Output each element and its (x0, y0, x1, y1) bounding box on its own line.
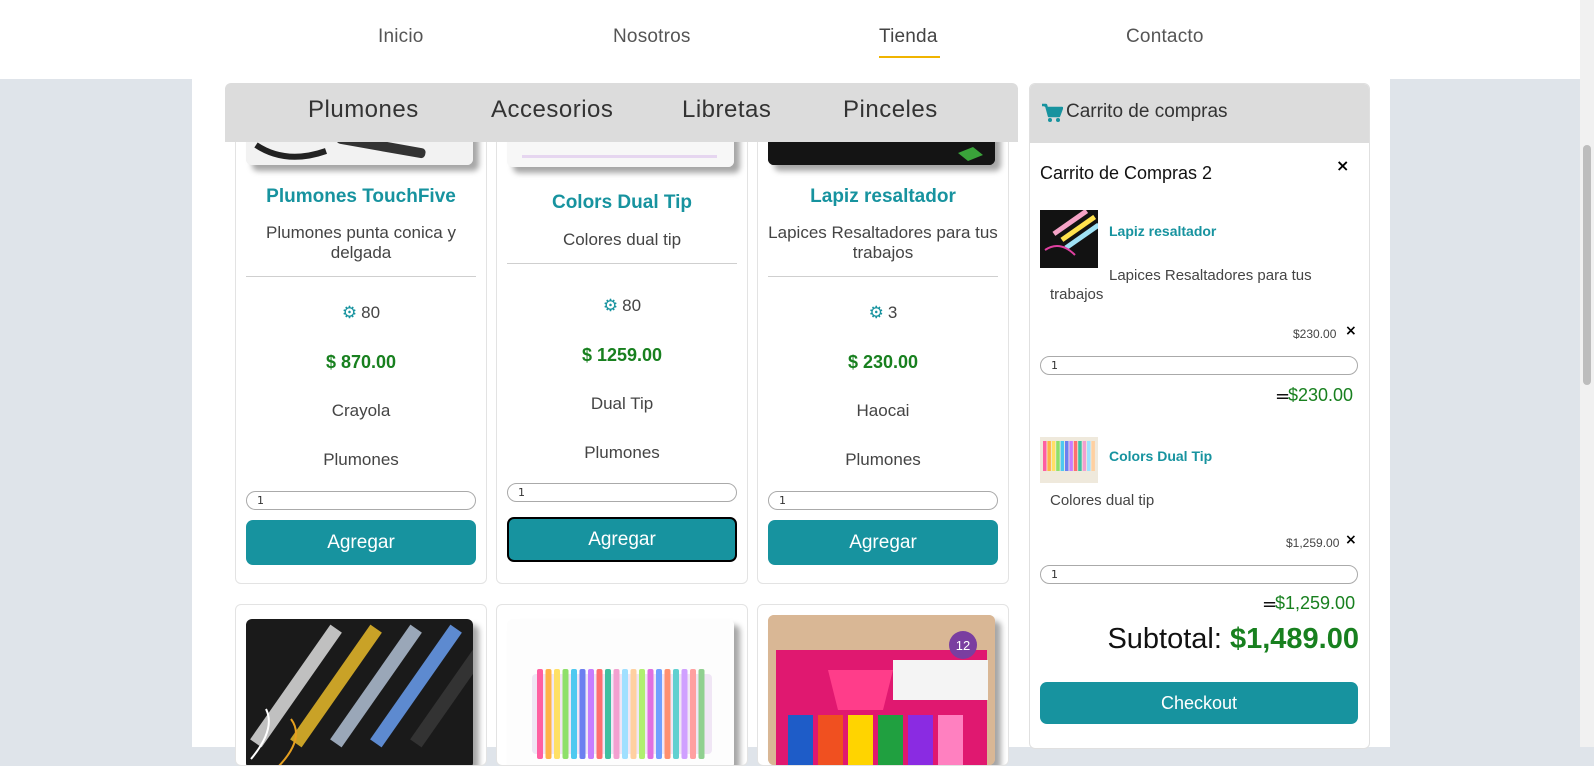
shopping-cart-panel: Carrito de compras Carrito de Compras 2 … (1029, 83, 1370, 749)
category-tab-plumones[interactable]: Plumones (308, 96, 419, 124)
cart-item-description: Colores dual tip (1050, 492, 1155, 509)
product-price: $ 870.00 (325, 352, 397, 372)
quantity-input[interactable]: 1 (768, 491, 998, 510)
product-brand: Crayola (331, 401, 391, 420)
add-to-cart-button[interactable]: Agregar (768, 520, 998, 565)
cart-item-quantity-input[interactable]: 1 (1040, 356, 1358, 375)
product-stock: ⚙ 80 (236, 303, 486, 323)
product-card: Lapiz resaltador Lapices Resaltadores pa… (757, 120, 1009, 584)
gel-pens-image (507, 619, 734, 765)
pack-count-badge: 12 (956, 638, 970, 653)
stock-value: 80 (361, 303, 381, 322)
product-card (496, 604, 748, 766)
divider (507, 263, 737, 264)
product-description: Lapices Resaltadores para tus trabajos (768, 223, 998, 262)
subtotal-label: Subtotal: (1107, 623, 1222, 655)
product-description: Plumones punta conica y delgada (266, 223, 456, 262)
add-to-cart-button[interactable]: Agregar (246, 520, 476, 565)
gear-icon: ⚙ (341, 303, 358, 322)
product-brand: Haocai (856, 401, 910, 420)
product-title[interactable]: Plumones TouchFive (236, 186, 486, 208)
product-title[interactable]: Colors Dual Tip (497, 192, 747, 214)
product-card (235, 604, 487, 766)
cart-item-line-total: $230.00 (1288, 385, 1354, 405)
stock-value: 3 (887, 303, 898, 322)
page-scrollbar[interactable] (1580, 0, 1594, 747)
category-tabs: Plumones Accesorios Libretas Pinceles (225, 83, 1018, 142)
cart-item-line-total: $1,259.00 (1275, 593, 1356, 613)
product-card: Colors Dual Tip Colores dual tip ⚙ 80 $ 1… (496, 120, 748, 584)
product-category: Plumones (584, 443, 660, 462)
cart-item-thumbnail (1040, 437, 1098, 483)
cart-title: Carrito de Compras 2 (1040, 163, 1213, 183)
product-description: Colores dual tip (562, 230, 682, 249)
scrollbar-thumb[interactable] (1583, 145, 1591, 385)
product-title[interactable]: Lapiz resaltador (758, 186, 1008, 208)
quantity-input[interactable]: 1 (507, 483, 737, 502)
nav-link-tienda[interactable]: Tienda (879, 26, 938, 48)
remove-item-icon[interactable]: × (1345, 532, 1357, 548)
cart-item-description: Lapices Resaltadores para tus trabajos (1050, 267, 1312, 303)
cart-header-title: Carrito de compras (1066, 101, 1228, 122)
subtotal-value: $1,489.00 (1229, 623, 1359, 655)
product-card: Plumones TouchFive Plumones punta conica… (235, 120, 487, 584)
shopping-cart-icon (1042, 103, 1063, 122)
nav-link-contacto[interactable]: Contacto (1126, 26, 1204, 48)
nav-link-inicio[interactable]: Inicio (378, 26, 424, 48)
close-cart-icon[interactable]: × (1336, 156, 1349, 175)
cart-item-quantity-input[interactable]: 1 (1040, 565, 1358, 584)
top-navbar: Inicio Nosotros Tienda Contacto (0, 0, 1580, 79)
cart-header: Carrito de compras (1030, 84, 1369, 143)
gear-icon: ⚙ (602, 296, 619, 315)
checkout-button[interactable]: Checkout (1040, 682, 1358, 724)
metallic-markers-image (246, 619, 473, 765)
divider (246, 276, 476, 277)
cart-item-name[interactable]: Lapiz resaltador (1109, 223, 1216, 239)
nav-link-nosotros[interactable]: Nosotros (613, 26, 691, 48)
product-category: Plumones (845, 450, 921, 469)
product-brand: Dual Tip (590, 394, 654, 413)
active-nav-underline (879, 56, 940, 58)
product-stock: ⚙ 3 (758, 303, 1008, 323)
product-card: 12 (757, 604, 1009, 766)
category-tab-libretas[interactable]: Libretas (682, 96, 771, 124)
cart-item-unit-price: $230.00 (1293, 327, 1337, 341)
cart-item-thumbnail (1040, 208, 1101, 268)
cart-item-unit-price: $1,259.00 (1286, 536, 1340, 550)
remove-item-icon[interactable]: × (1345, 323, 1357, 339)
cart-item-name[interactable]: Colors Dual Tip (1109, 448, 1212, 464)
stock-value: 80 (622, 296, 642, 315)
product-category: Plumones (323, 450, 399, 469)
quantity-input[interactable]: 1 (246, 491, 476, 510)
cart-subtotal: Subtotal: $1,489.00 (1107, 623, 1359, 656)
category-tab-pinceles[interactable]: Pinceles (843, 96, 938, 124)
product-price: $ 230.00 (847, 352, 919, 372)
kiut-markers-image: 12 (768, 615, 995, 765)
gear-icon: ⚙ (868, 303, 884, 322)
category-tab-accesorios[interactable]: Accesorios (491, 96, 613, 124)
divider (768, 276, 998, 277)
product-price: $ 1259.00 (581, 345, 663, 365)
add-to-cart-button[interactable]: Agregar (507, 517, 737, 562)
product-stock: ⚙ 80 (497, 296, 747, 316)
